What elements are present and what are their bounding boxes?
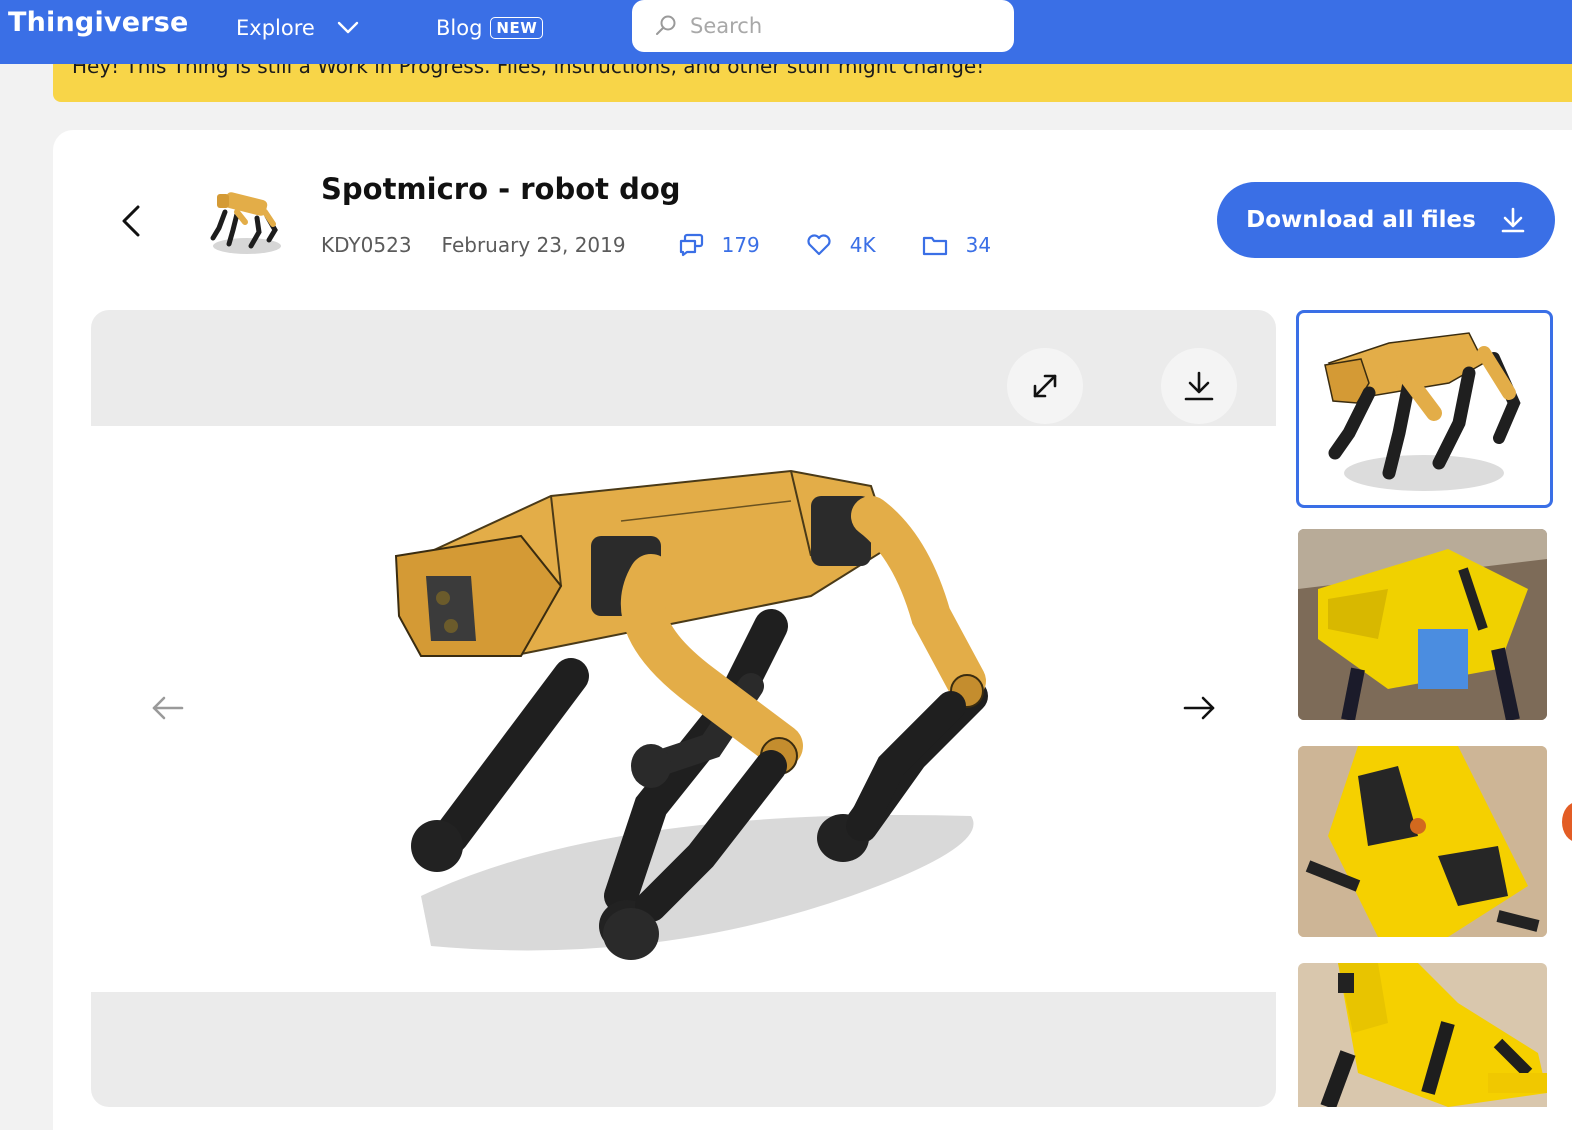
comments-count: 179 (721, 233, 760, 257)
comments-icon (679, 233, 703, 257)
thumbnail-photo-2[interactable] (1298, 746, 1547, 937)
blog-link[interactable]: Blog NEW (436, 14, 544, 42)
search-input[interactable] (688, 13, 992, 39)
files-stat[interactable]: 34 (922, 233, 991, 257)
robot-dog-render (394, 469, 988, 960)
expand-icon (1033, 374, 1057, 398)
chevron-down-icon (337, 21, 359, 34)
download-all-files-button[interactable]: Download all files (1217, 182, 1555, 258)
files-count: 34 (965, 233, 992, 257)
thing-meta: KDY0523 February 23, 2019 179 4K 34 (321, 233, 991, 257)
heart-icon (807, 234, 831, 256)
thumbnail-render[interactable] (1296, 310, 1553, 508)
back-arrow-icon[interactable] (118, 204, 142, 238)
thumbnail-photo-1-image (1298, 529, 1547, 720)
folder-icon (922, 236, 947, 256)
explore-menu[interactable]: Explore (236, 14, 359, 42)
download-icon (1184, 371, 1214, 401)
main-image[interactable] (91, 426, 1276, 992)
comments-stat[interactable]: 179 (678, 233, 760, 257)
thumbnail-photo-2-image (1298, 746, 1547, 937)
explore-label: Explore (236, 16, 315, 40)
likes-count: 4K (849, 233, 876, 257)
likes-stat[interactable]: 4K (806, 233, 876, 257)
author-name[interactable]: KDY0523 (321, 233, 412, 257)
thumbnail-photo-3-image (1298, 963, 1547, 1107)
previous-image-arrow-icon[interactable] (151, 695, 185, 721)
thumbnail-photo-3[interactable] (1298, 963, 1547, 1107)
publish-date: February 23, 2019 (441, 233, 626, 257)
image-viewer (91, 310, 1276, 1107)
download-icon (1501, 207, 1525, 233)
search-icon (656, 15, 676, 35)
download-image-button[interactable] (1161, 348, 1237, 424)
search-box[interactable] (632, 0, 1014, 52)
top-navigation: Thingiverse Explore Blog NEW (0, 0, 1572, 64)
blog-label: Blog (436, 16, 483, 40)
new-badge: NEW (490, 17, 544, 39)
thing-title: Spotmicro - robot dog (321, 172, 681, 206)
next-image-arrow-icon[interactable] (1182, 695, 1216, 721)
thing-avatar (210, 192, 281, 254)
thingiverse-logo[interactable]: Thingiverse (8, 7, 189, 38)
thumbnail-photo-1[interactable] (1298, 529, 1547, 720)
fullscreen-button[interactable] (1007, 348, 1083, 424)
thumbnail-render-image (1324, 332, 1521, 491)
download-all-label: Download all files (1246, 207, 1476, 233)
